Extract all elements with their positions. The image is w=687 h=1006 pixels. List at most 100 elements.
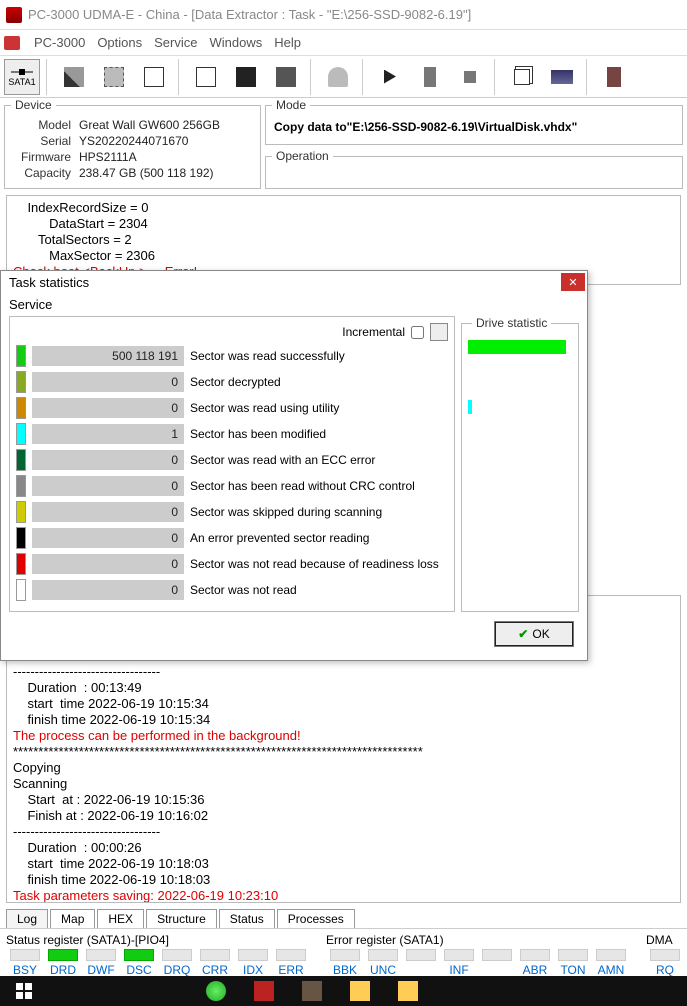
cortana-button[interactable] (96, 976, 144, 1006)
pause-button[interactable] (412, 59, 448, 95)
mode-panel: Mode Copy data to"E:\256-SSD-9082-6.19\V… (265, 98, 683, 145)
chip-button[interactable] (96, 59, 132, 95)
stat-label: Sector has been modified (190, 427, 326, 441)
register-cell[interactable]: DSC (120, 949, 158, 977)
taskbar-app-4[interactable] (336, 976, 384, 1006)
stat-color-swatch (16, 423, 26, 445)
stat-value: 0 (32, 476, 184, 496)
register-cell[interactable]: DWF (82, 949, 120, 977)
tab-map[interactable]: Map (50, 909, 95, 928)
product-icon (4, 36, 20, 50)
tab-status[interactable]: Status (219, 909, 275, 928)
register-cell[interactable]: BSY (6, 949, 44, 977)
menu-windows[interactable]: Windows (209, 35, 262, 50)
tools-button[interactable] (56, 59, 92, 95)
menu-options[interactable]: Options (97, 35, 142, 50)
device-legend: Device (11, 98, 56, 112)
monitor-button[interactable] (544, 59, 580, 95)
taskbar-app-5[interactable] (384, 976, 432, 1006)
device-label: Firmware (13, 150, 77, 164)
toolbar-separator (494, 59, 498, 95)
register-cell[interactable]: UNC (364, 949, 402, 977)
hex-button[interactable] (136, 59, 172, 95)
status-register: Status register (SATA1)-[PIO4] BSY DRD D… (6, 933, 310, 977)
tab-log[interactable]: Log (6, 909, 48, 928)
info-panels: Device ModelGreat Wall GW600 256GBSerial… (0, 98, 687, 189)
register-label: ERR (272, 963, 310, 977)
register-label: AMN (592, 963, 630, 977)
register-cell[interactable] (478, 949, 516, 977)
register-cell[interactable]: CRR (196, 949, 234, 977)
incremental-checkbox[interactable] (411, 326, 424, 339)
cascade-button[interactable] (504, 59, 540, 95)
register-cell[interactable]: INF (440, 949, 478, 977)
menu-service[interactable]: Service (154, 35, 197, 50)
dma-register: DMA RQ (646, 933, 684, 977)
stat-color-swatch (16, 345, 26, 367)
register-cell[interactable]: IDX (234, 949, 272, 977)
log-line: Duration : 00:00:26 (13, 840, 674, 856)
ok-button[interactable]: ✔ OK (495, 622, 573, 646)
taskview-button[interactable] (144, 976, 192, 1006)
task-statistics-dialog: Task statistics ✕ Service Incremental 50… (0, 270, 588, 661)
list-button[interactable] (268, 59, 304, 95)
windows-taskbar (0, 976, 687, 1006)
register-label: IDX (234, 963, 272, 977)
device-label: Model (13, 118, 77, 132)
toolbar: SATA1 (0, 56, 687, 98)
tab-processes[interactable]: Processes (277, 909, 355, 928)
register-cell[interactable]: TON (554, 949, 592, 977)
operation-panel: Operation (265, 149, 683, 189)
play-button[interactable] (372, 59, 408, 95)
search-button[interactable] (228, 59, 264, 95)
dialog-close-button[interactable]: ✕ (561, 273, 585, 291)
register-lamp (124, 949, 154, 961)
stop-button[interactable] (452, 59, 488, 95)
register-cell[interactable] (402, 949, 440, 977)
sata-port-button[interactable]: SATA1 (4, 59, 40, 95)
toolbar-separator (178, 59, 182, 95)
log-line: finish time 2022-06-19 10:15:34 (13, 712, 674, 728)
app-icon-brown (302, 981, 322, 1001)
register-cell[interactable]: DRD (44, 949, 82, 977)
stat-label: Sector was not read (190, 583, 297, 597)
stat-row: 0 Sector has been read without CRC contr… (16, 475, 448, 497)
tab-hex[interactable]: HEX (97, 909, 144, 928)
dma-lamp (650, 949, 680, 961)
stat-row: 0 Sector was not read (16, 579, 448, 601)
search-button[interactable] (48, 976, 96, 1006)
taskbar-app-1[interactable] (192, 976, 240, 1006)
taskbar-app-3[interactable] (288, 976, 336, 1006)
stat-label: Sector was read using utility (190, 401, 339, 415)
status-register-title: Status register (SATA1)-[PIO4] (6, 933, 310, 947)
log-line: start time 2022-06-19 10:18:03 (13, 856, 674, 872)
start-button[interactable] (0, 976, 48, 1006)
sectors-button[interactable] (188, 59, 224, 95)
menu-help[interactable]: Help (274, 35, 301, 50)
dialog-titlebar[interactable]: Task statistics ✕ (1, 271, 587, 293)
stat-label: Sector was read successfully (190, 349, 345, 363)
dma-cell[interactable]: RQ (646, 949, 684, 977)
stat-value: 0 (32, 450, 184, 470)
register-cell[interactable]: AMN (592, 949, 630, 977)
stat-color-swatch (16, 475, 26, 497)
stats-panel: Incremental 500 118 191 Sector was read … (9, 316, 455, 612)
register-cell[interactable]: ABR (516, 949, 554, 977)
register-cell[interactable]: BBK (326, 949, 364, 977)
taskbar-app-2[interactable] (240, 976, 288, 1006)
dma-title: DMA (646, 933, 684, 947)
log-line: Copying (13, 760, 674, 776)
disk-button[interactable] (320, 59, 356, 95)
register-cell[interactable]: DRQ (158, 949, 196, 977)
edit-icon-button[interactable] (430, 323, 448, 341)
register-cell[interactable]: ERR (272, 949, 310, 977)
hex-icon (144, 67, 164, 87)
exit-button[interactable] (596, 59, 632, 95)
product-name[interactable]: PC-3000 (34, 35, 85, 50)
drive-progress-bar (468, 340, 566, 354)
log-line: Task parameters saving: 2022-06-19 10:23… (13, 888, 674, 903)
register-label: ABR (516, 963, 554, 977)
device-value: 238.47 GB (500 118 192) (79, 166, 252, 180)
tab-structure[interactable]: Structure (146, 909, 217, 928)
register-label: DWF (82, 963, 120, 977)
